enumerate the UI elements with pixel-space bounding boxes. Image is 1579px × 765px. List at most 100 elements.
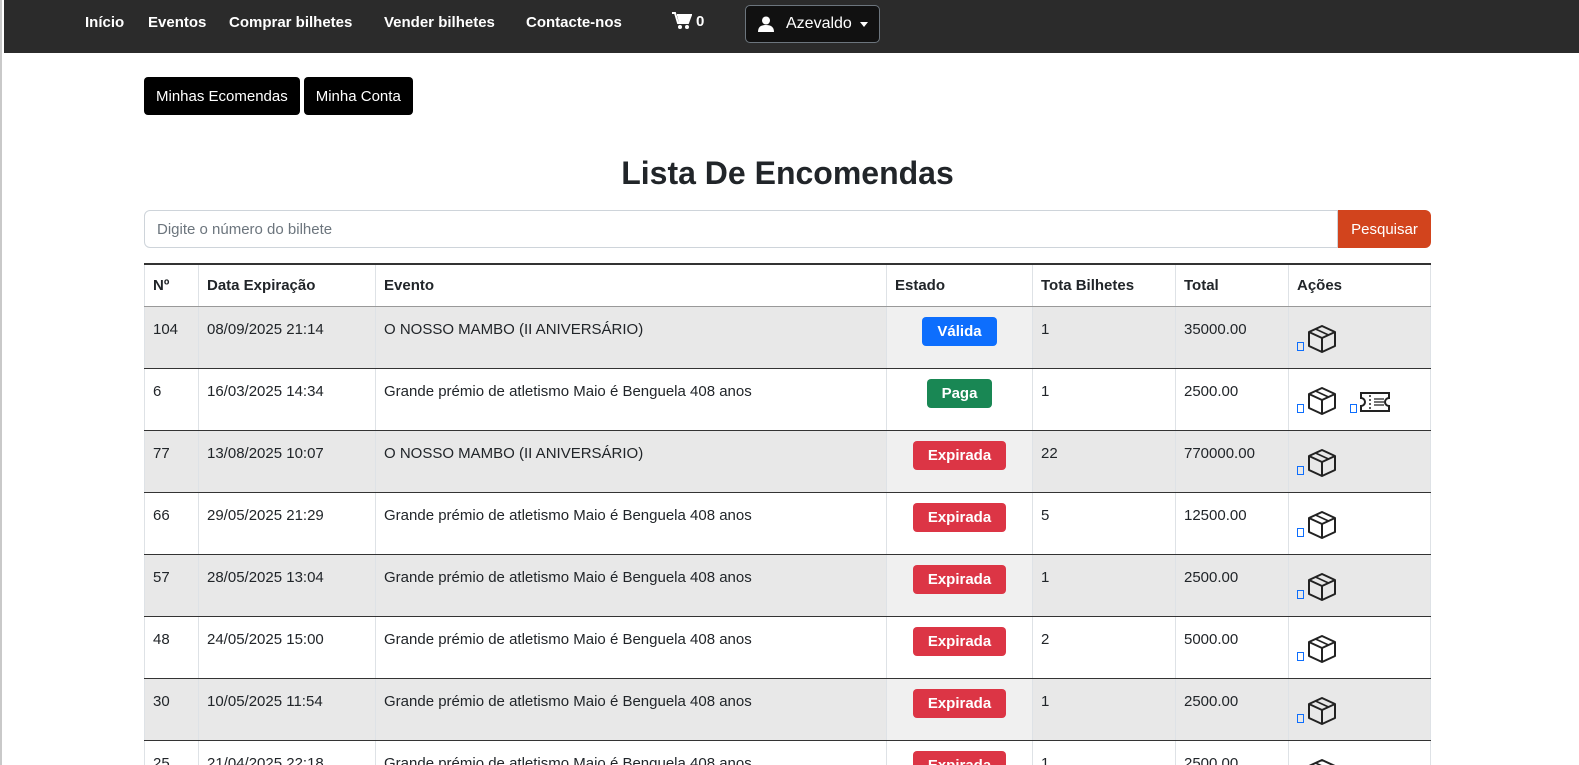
action-link-1[interactable]	[1297, 713, 1304, 723]
cell-evento: Grande prémio de atletismo Maio é Bengue…	[375, 492, 887, 555]
ticket-icon[interactable]	[1359, 391, 1391, 413]
cell-total-bilhetes: 22	[1032, 430, 1176, 493]
cell-data-expiracao: 16/03/2025 14:34	[198, 368, 376, 431]
nav-contacte-nos[interactable]: Contacte-nos	[526, 14, 622, 31]
cell-data-expiracao: 28/05/2025 13:04	[198, 554, 376, 617]
cell-numero: 77	[144, 430, 199, 493]
action-link-1[interactable]	[1297, 341, 1304, 351]
search-bar: Pesquisar	[144, 210, 1431, 248]
search-button[interactable]: Pesquisar	[1338, 210, 1431, 248]
action-link-2[interactable]	[1350, 403, 1357, 413]
table-row: 77 13/08/2025 10:07 O NOSSO MAMBO (II ANIV…	[144, 430, 1431, 493]
cell-total: 2500.00	[1175, 678, 1289, 741]
cell-numero: 48	[144, 616, 199, 679]
cell-numero: 25	[144, 740, 199, 765]
chevron-down-icon	[859, 21, 868, 27]
user-icon	[758, 16, 774, 32]
cell-acoes	[1288, 678, 1431, 741]
nav-eventos[interactable]: Eventos	[148, 14, 206, 31]
table-row: 48 24/05/2025 15:00 Grande prémio de atlet…	[144, 616, 1431, 679]
nav-comprar-bilhetes[interactable]: Comprar bilhetes	[229, 14, 352, 31]
col-header-numero: Nº	[144, 263, 199, 307]
cell-acoes	[1288, 368, 1431, 431]
action-link-1[interactable]	[1297, 465, 1304, 475]
box-icon[interactable]	[1306, 323, 1338, 355]
box-icon[interactable]	[1306, 509, 1338, 541]
cell-estado: Expirada	[886, 430, 1033, 493]
status-badge: Paga	[926, 378, 993, 408]
navbar: Início Eventos Comprar bilhetes Vender b…	[4, 0, 1579, 53]
search-input[interactable]	[144, 210, 1338, 248]
cell-estado: Expirada	[886, 678, 1033, 741]
cell-evento: Grande prémio de atletismo Maio é Bengue…	[375, 616, 887, 679]
box-icon[interactable]	[1306, 571, 1338, 603]
page-title: Lista De Encomendas	[621, 155, 954, 191]
col-header-data-expiracao: Data Expiração	[198, 263, 376, 307]
cell-acoes	[1288, 306, 1431, 369]
cell-numero: 30	[144, 678, 199, 741]
box-icon[interactable]	[1306, 385, 1338, 417]
cart-button[interactable]: 0	[672, 12, 704, 30]
cell-data-expiracao: 10/05/2025 11:54	[198, 678, 376, 741]
col-header-total: Total	[1175, 263, 1289, 307]
cell-data-expiracao: 13/08/2025 10:07	[198, 430, 376, 493]
col-header-evento: Evento	[375, 263, 887, 307]
action-link-1[interactable]	[1297, 403, 1304, 413]
orders-table-body: 104 08/09/2025 21:14 O NOSSO MAMBO (II ANI…	[144, 306, 1431, 765]
cell-data-expiracao: 08/09/2025 21:14	[198, 306, 376, 369]
box-icon[interactable]	[1306, 695, 1338, 727]
action-link-1[interactable]	[1297, 589, 1304, 599]
nav-inicio[interactable]: Início	[85, 14, 124, 31]
user-menu-button[interactable]: Azevaldo	[745, 5, 880, 43]
tab-minhas-encomendas[interactable]: Minhas Ecomendas	[144, 77, 300, 115]
account-tabs: Minhas Ecomendas Minha Conta	[144, 77, 413, 115]
cell-acoes	[1288, 430, 1431, 493]
col-header-total-bilhetes: Tota Bilhetes	[1032, 263, 1176, 307]
tab-minha-conta[interactable]: Minha Conta	[303, 77, 413, 115]
cell-numero: 6	[144, 368, 199, 431]
cell-evento: Grande prémio de atletismo Maio é Bengue…	[375, 554, 887, 617]
action-link-1[interactable]	[1297, 527, 1304, 537]
cell-data-expiracao: 29/05/2025 21:29	[198, 492, 376, 555]
cell-estado: Expirada	[886, 616, 1033, 679]
cell-numero: 104	[144, 306, 199, 369]
page: Início Eventos Comprar bilhetes Vender b…	[0, 0, 1579, 765]
cell-total: 35000.00	[1175, 306, 1289, 369]
table-row: 30 10/05/2025 11:54 Grande prémio de atlet…	[144, 678, 1431, 741]
cell-data-expiracao: 24/05/2025 15:00	[198, 616, 376, 679]
cell-total: 770000.00	[1175, 430, 1289, 493]
cell-evento: Grande prémio de atletismo Maio é Bengue…	[375, 678, 887, 741]
table-row: 57 28/05/2025 13:04 Grande prémio de atlet…	[144, 554, 1431, 617]
table-header-row: Nº Data Expiração Evento Estado Tota Bil…	[144, 263, 1431, 307]
action-link-1[interactable]	[1297, 651, 1304, 661]
cell-estado: Expirada	[886, 554, 1033, 617]
box-icon[interactable]	[1306, 757, 1338, 765]
nav-vender-bilhetes[interactable]: Vender bilhetes	[384, 14, 495, 31]
cell-evento: O NOSSO MAMBO (II ANIVERSÁRIO)	[375, 430, 887, 493]
cell-acoes	[1288, 554, 1431, 617]
cell-total-bilhetes: 2	[1032, 616, 1176, 679]
box-icon[interactable]	[1306, 633, 1338, 665]
cell-acoes	[1288, 740, 1431, 765]
status-badge: Expirada	[912, 440, 1007, 470]
box-icon[interactable]	[1306, 447, 1338, 479]
cell-evento: O NOSSO MAMBO (II ANIVERSÁRIO)	[375, 306, 887, 369]
cell-total: 12500.00	[1175, 492, 1289, 555]
cell-numero: 66	[144, 492, 199, 555]
cell-acoes	[1288, 492, 1431, 555]
cell-estado: Válida	[886, 306, 1033, 369]
cell-total-bilhetes: 1	[1032, 554, 1176, 617]
cell-total-bilhetes: 1	[1032, 740, 1176, 765]
cell-estado: Expirada	[886, 740, 1033, 765]
orders-table: Nº Data Expiração Evento Estado Tota Bil…	[144, 263, 1431, 765]
col-header-estado: Estado	[886, 263, 1033, 307]
cell-numero: 57	[144, 554, 199, 617]
col-header-acoes: Ações	[1288, 263, 1431, 307]
status-badge: Expirada	[912, 502, 1007, 532]
cell-total: 2500.00	[1175, 740, 1289, 765]
user-name: Azevaldo	[786, 15, 852, 32]
cell-total: 5000.00	[1175, 616, 1289, 679]
status-badge: Válida	[922, 316, 997, 346]
cell-total-bilhetes: 1	[1032, 306, 1176, 369]
cell-total-bilhetes: 1	[1032, 368, 1176, 431]
